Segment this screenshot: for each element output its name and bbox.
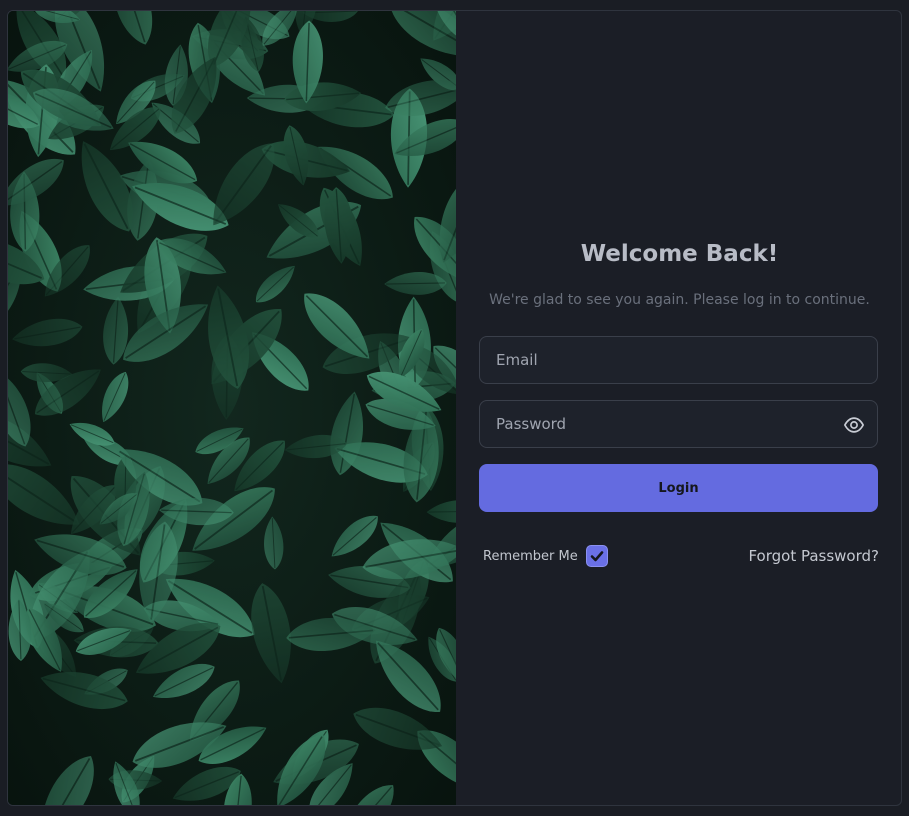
leaves-photo [8,11,456,805]
forgot-password-link[interactable]: Forgot Password? [748,547,879,565]
remember-me: Remember Me [483,544,608,568]
login-form-panel: Welcome Back! We're glad to see you agai… [456,11,901,805]
email-field-container [479,336,878,384]
leaves-image [8,11,456,805]
eye-icon[interactable] [843,414,865,436]
remember-me-checkbox[interactable] [585,545,608,567]
password-field-container [479,400,878,448]
checkmark-icon [590,551,604,562]
password-input[interactable] [480,401,877,447]
email-input[interactable] [480,337,877,383]
login-card: Welcome Back! We're glad to see you agai… [7,10,902,806]
page-subtitle: We're glad to see you again. Please log … [489,292,870,308]
remember-me-label: Remember Me [483,548,578,564]
login-button[interactable]: Login [479,464,878,512]
page-title: Welcome Back! [580,241,779,267]
